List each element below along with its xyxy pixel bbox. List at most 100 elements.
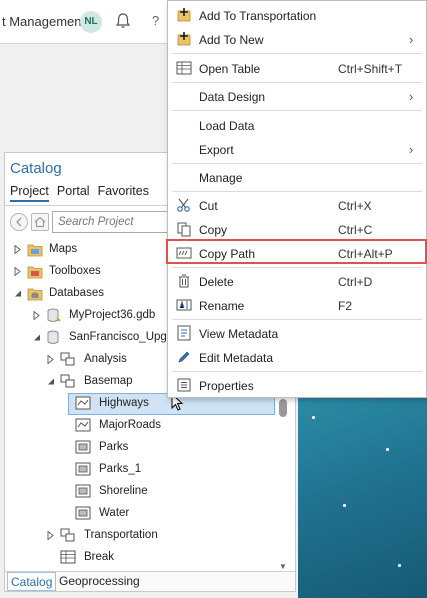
menu-item-delete[interactable]: Delete Ctrl+D (168, 269, 426, 293)
tree-item-label: Parks (99, 441, 129, 453)
polygon-feature-class-icon (75, 440, 91, 454)
collapse-arrow-icon[interactable] (47, 377, 55, 386)
home-icon[interactable] (31, 213, 49, 231)
submenu-arrow-icon: › (409, 32, 414, 47)
menu-item-label: Cut (199, 199, 218, 213)
menu-item-data-design[interactable]: Data Design › (168, 84, 426, 108)
tree-item-transportation[interactable]: Transportation (5, 525, 295, 547)
tab-favorites[interactable]: Favorites (98, 184, 149, 202)
submenu-arrow-icon: › (409, 89, 414, 104)
tree-item-break[interactable]: Break (5, 547, 295, 569)
properties-icon (177, 378, 191, 392)
rename-icon (176, 299, 192, 311)
tab-portal[interactable]: Portal (57, 184, 90, 202)
copy-icon (177, 222, 191, 237)
tab-catalog[interactable]: Catalog (7, 572, 57, 591)
menu-shortcut: Ctrl+D (338, 275, 373, 289)
menu-item-label: Open Table (199, 62, 261, 76)
expand-arrow-icon[interactable] (14, 267, 22, 276)
copy-path-highlight-box (166, 239, 427, 264)
line-feature-class-icon (75, 418, 91, 432)
menu-item-rename[interactable]: Rename F2 (168, 293, 426, 317)
help-icon[interactable]: ? (152, 13, 159, 28)
catalog-title: Catalog (10, 160, 62, 177)
scroll-down-icon[interactable]: ▼ (279, 562, 287, 571)
menu-shortcut: F2 (338, 299, 353, 313)
tab-project[interactable]: Project (10, 184, 49, 202)
pane-bottom-tabs: Catalog Geoprocessing (5, 571, 295, 591)
menu-separator (172, 319, 422, 320)
menu-item-label: Rename (199, 299, 245, 313)
database-folder-icon (27, 288, 43, 301)
feature-dataset-icon (60, 374, 75, 388)
menu-separator (172, 82, 422, 83)
tree-item-label: Maps (49, 243, 78, 255)
menu-shortcut: Ctrl+C (338, 223, 373, 237)
menu-item-label: Properties (199, 379, 254, 393)
scrollbar-thumb[interactable] (279, 399, 287, 417)
menu-item-copy[interactable]: Copy Ctrl+C (168, 217, 426, 241)
tree-item-water[interactable]: Water (5, 503, 295, 525)
menu-item-cut[interactable]: Cut Ctrl+X (168, 193, 426, 217)
collapse-arrow-icon[interactable] (33, 333, 41, 342)
menu-separator (172, 267, 422, 268)
tab-geoprocessing[interactable]: Geoprocessing (59, 574, 140, 588)
menu-item-properties[interactable]: Properties (168, 373, 426, 397)
tree-item-label: Shoreline (99, 485, 148, 497)
tree-item-parks-1[interactable]: Parks_1 (5, 459, 295, 481)
menu-item-add-to-new[interactable]: Add To New › (168, 27, 426, 51)
user-avatar[interactable]: NL (80, 11, 102, 33)
feature-dataset-icon (60, 352, 75, 366)
notification-bell-icon[interactable] (113, 11, 133, 31)
menu-item-open-table[interactable]: Open Table Ctrl+Shift+T (168, 56, 426, 80)
scissors-icon (177, 198, 190, 212)
maps-folder-icon (27, 244, 43, 257)
menu-item-edit-metadata[interactable]: Edit Metadata (168, 345, 426, 369)
expand-arrow-icon[interactable] (33, 311, 41, 320)
feature-dataset-icon (60, 528, 75, 542)
menu-item-label: Export (199, 143, 234, 157)
menu-item-add-to-transportation[interactable]: Add To Transportation (168, 3, 426, 27)
polygon-feature-class-icon (75, 506, 91, 520)
tree-item-label: Break (84, 551, 115, 563)
add-to-dataset-icon (177, 8, 191, 22)
tree-item-majorroads[interactable]: MajorRoads (5, 415, 295, 437)
tree-item-label: SanFrancisco_Upgrac (69, 331, 183, 343)
tree-item-label: Transportation (84, 529, 158, 541)
menu-item-label: View Metadata (199, 327, 279, 341)
polygon-feature-class-icon (75, 484, 91, 498)
tree-item-label: Analysis (84, 353, 127, 365)
geodatabase-icon (47, 330, 59, 344)
expand-arrow-icon[interactable] (14, 245, 22, 254)
menu-shortcut: Ctrl+Shift+T (338, 62, 403, 76)
tree-item-shoreline[interactable]: Shoreline (5, 481, 295, 503)
menu-item-label: Data Design (199, 90, 266, 104)
back-arrow-icon[interactable] (10, 213, 28, 231)
view-metadata-icon (177, 325, 191, 341)
add-new-icon (177, 32, 191, 46)
tree-item-parks[interactable]: Parks (5, 437, 295, 459)
expand-arrow-icon[interactable] (47, 355, 55, 364)
tree-scrollbar[interactable]: ▼ (277, 395, 289, 571)
expand-arrow-icon[interactable] (47, 531, 55, 540)
tree-item-label: Highways (99, 397, 149, 409)
menu-item-label: Copy (199, 223, 228, 237)
menu-item-view-metadata[interactable]: View Metadata (168, 321, 426, 345)
menu-item-label: Delete (199, 275, 234, 289)
table-icon (176, 61, 192, 75)
line-feature-class-icon (75, 396, 91, 410)
menu-separator (172, 53, 422, 54)
menu-item-manage[interactable]: Manage (168, 165, 426, 189)
collapse-arrow-icon[interactable] (14, 289, 22, 298)
menu-item-label: Add To Transportation (199, 9, 317, 23)
menu-item-export[interactable]: Export › (168, 137, 426, 161)
menu-item-load-data[interactable]: Load Data (168, 113, 426, 137)
catalog-tabs: Project Portal Favorites (10, 184, 149, 202)
context-menu: Add To Transportation Add To New › Open … (167, 0, 427, 398)
project-title: t Management (2, 14, 86, 29)
menu-item-label: Add To New (199, 33, 264, 47)
tree-item-label: Water (99, 507, 130, 519)
submenu-arrow-icon: › (409, 142, 414, 157)
tree-item-label: MajorRoads (99, 419, 161, 431)
menu-separator (172, 191, 422, 192)
